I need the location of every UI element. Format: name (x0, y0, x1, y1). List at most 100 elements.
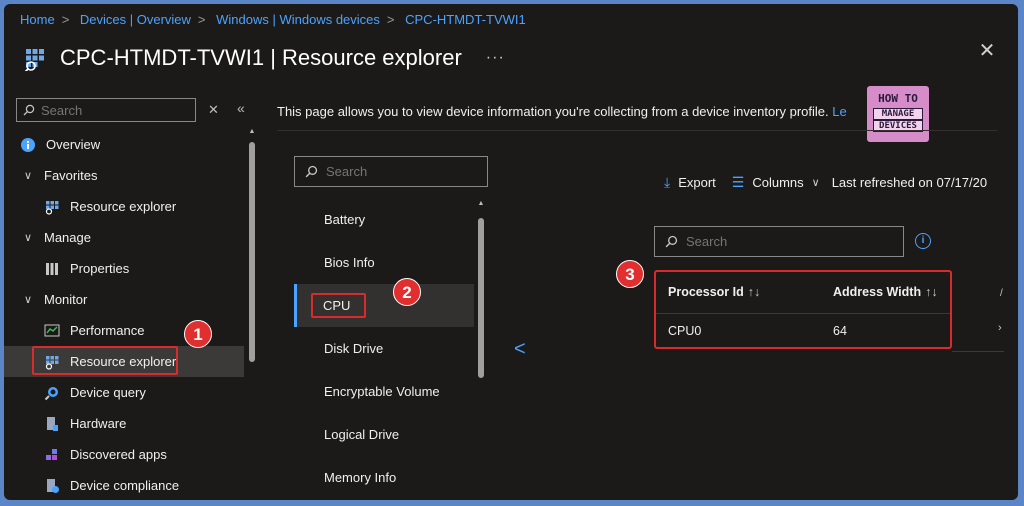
breadcrumb-device[interactable]: CPC-HTMDT-TVWI1 (405, 12, 526, 27)
sort-icon: ↑↓ (925, 285, 938, 299)
cell-address-width: 64 (833, 324, 847, 338)
sidebar-scroll-thumb[interactable] (249, 142, 255, 362)
step-badge-3: 3 (616, 260, 644, 288)
columns-icon: ☰ (731, 174, 745, 190)
page-description: This page allows you to view device info… (277, 104, 847, 119)
sidebar-item-label: Favorites (44, 168, 98, 183)
sidebar-item-device-query[interactable]: Device query (4, 377, 244, 408)
divider (277, 130, 997, 131)
sidebar-item-discovered-apps[interactable]: Discovered apps (4, 439, 244, 470)
data-table: Processor Id ↑↓ Address Width ↑↓ CPU0 64 (654, 270, 952, 349)
sidebar-item-label: Overview (46, 137, 101, 152)
sidebar-search[interactable] (16, 98, 196, 122)
sidebar-scrollbar[interactable]: ▲ (248, 128, 256, 500)
column-label: Address Width (833, 285, 922, 299)
row-divider (952, 351, 1004, 352)
category-disk-drive[interactable]: Disk Drive (294, 327, 474, 370)
category-search-input[interactable] (324, 163, 478, 180)
sidebar-item-label: Hardware (70, 416, 127, 431)
category-battery[interactable]: Battery (294, 198, 474, 241)
sidebar-group-monitor[interactable]: ∨ Monitor (4, 284, 244, 315)
compliance-icon (44, 478, 60, 494)
learn-more-link[interactable]: Le (832, 104, 846, 119)
columns-button[interactable]: ☰ Columns ∨ (732, 174, 832, 191)
chart-icon (44, 323, 60, 339)
bars-icon (44, 261, 60, 277)
table-search[interactable] (654, 226, 904, 257)
app-window: Home > Devices | Overview > Windows | Wind… (4, 4, 1018, 500)
resource-explorer-icon (22, 45, 48, 73)
highlight-box-resource-explorer (32, 346, 178, 375)
clear-search-icon[interactable]: ✕ (208, 102, 219, 118)
sidebar-item-properties[interactable]: Properties (4, 253, 244, 284)
last-refreshed-text: Last refreshed on 07/17/20 (831, 175, 988, 190)
category-search[interactable] (294, 156, 488, 187)
apps-icon (44, 447, 60, 463)
info-icon[interactable]: i (915, 233, 931, 249)
category-scrollbar[interactable]: ▲ (476, 198, 486, 500)
scroll-up-icon[interactable]: ▲ (248, 128, 256, 135)
query-icon (44, 385, 60, 401)
cell-processor-id: CPU0 (668, 324, 702, 338)
sidebar-item-label: Discovered apps (70, 447, 167, 462)
info-icon (20, 137, 36, 153)
collapse-sidebar-icon[interactable]: « (237, 100, 245, 116)
columns-label: Columns (752, 175, 804, 190)
sort-icon: ↑↓ (747, 285, 761, 299)
category-cpu[interactable]: CPU (294, 284, 474, 327)
step-badge-2: 2 (393, 278, 421, 306)
toolbar: ⤓ Export ☰ Columns ∨ Last refreshed on 0… (664, 174, 987, 191)
grid-icon (44, 199, 60, 215)
breadcrumb-separator: > (61, 12, 70, 27)
logo-line-2: MANAGE (873, 108, 923, 120)
row-divider (656, 313, 950, 314)
breadcrumb-separator: > (197, 12, 206, 27)
column-header-processor-id[interactable]: Processor Id ↑↓ (668, 285, 760, 299)
search-icon (23, 104, 35, 116)
sidebar-search-input[interactable] (39, 101, 183, 119)
column-header-address-width[interactable]: Address Width ↑↓ (833, 285, 938, 299)
scroll-up-icon[interactable]: ▲ (476, 200, 486, 207)
table-search-input[interactable] (684, 233, 888, 250)
category-cpu-label: CPU (311, 293, 367, 318)
search-icon (305, 165, 318, 178)
sidebar-item-overview[interactable]: Overview (4, 129, 244, 160)
chevron-down-icon: ∨ (23, 170, 33, 182)
hardware-icon (44, 416, 60, 432)
sidebar-group-favorites[interactable]: ∨ Favorites (4, 160, 244, 191)
breadcrumb-windows-devices[interactable]: Windows | Windows devices (216, 12, 380, 27)
column-label: Processor Id (668, 285, 744, 299)
sidebar-item-device-compliance[interactable]: Device compliance (4, 470, 244, 500)
sidebar-item-label: Device compliance (70, 478, 180, 493)
category-scroll-thumb[interactable] (478, 218, 484, 378)
sidebar-group-manage[interactable]: ∨ Manage (4, 222, 244, 253)
category-encryptable-volume[interactable]: Encryptable Volume (294, 370, 474, 413)
sidebar-item-hardware[interactable]: Hardware (4, 408, 244, 439)
search-icon (665, 235, 678, 248)
breadcrumb-devices-overview[interactable]: Devices | Overview (80, 12, 191, 27)
breadcrumb-home[interactable]: Home (20, 12, 55, 27)
chevron-right-icon[interactable]: › (998, 322, 1002, 334)
sidebar-item-label: Manage (44, 230, 91, 245)
page-title: CPC-HTMDT-TVWI1 | Resource explorer (60, 45, 462, 70)
more-options-button[interactable]: ··· (486, 49, 505, 67)
logo-line-1: HOW TO (878, 92, 918, 105)
category-logical-drive[interactable]: Logical Drive (294, 413, 474, 456)
sidebar-nav: Overview ∨ Favorites Resource explorer ∨… (4, 129, 244, 500)
chevron-left-icon[interactable]: < (514, 338, 526, 361)
breadcrumb: Home > Devices | Overview > Windows | Wind… (20, 12, 526, 27)
chevron-down-icon: ∨ (23, 232, 33, 244)
chevron-down-icon: ∨ (811, 177, 820, 189)
page-header: CPC-HTMDT-TVWI1 | Resource explorer ··· (22, 38, 505, 78)
download-icon: ⤓ (664, 174, 671, 190)
sidebar-item-favorite-resource-explorer[interactable]: Resource explorer (4, 191, 244, 222)
close-icon[interactable]: ✕ (978, 41, 996, 61)
watermark-logo: HOW TO MANAGE DEVICES (867, 86, 929, 142)
export-button[interactable]: ⤓ Export (664, 174, 716, 191)
description-text: This page allows you to view device info… (277, 104, 829, 119)
breadcrumb-separator: > (386, 12, 395, 27)
category-memory-info[interactable]: Memory Info (294, 456, 474, 499)
truncated-column-indicator: / (1000, 288, 1003, 299)
category-bios-info[interactable]: Bios Info (294, 241, 474, 284)
sidebar-item-label: Monitor (44, 292, 88, 307)
